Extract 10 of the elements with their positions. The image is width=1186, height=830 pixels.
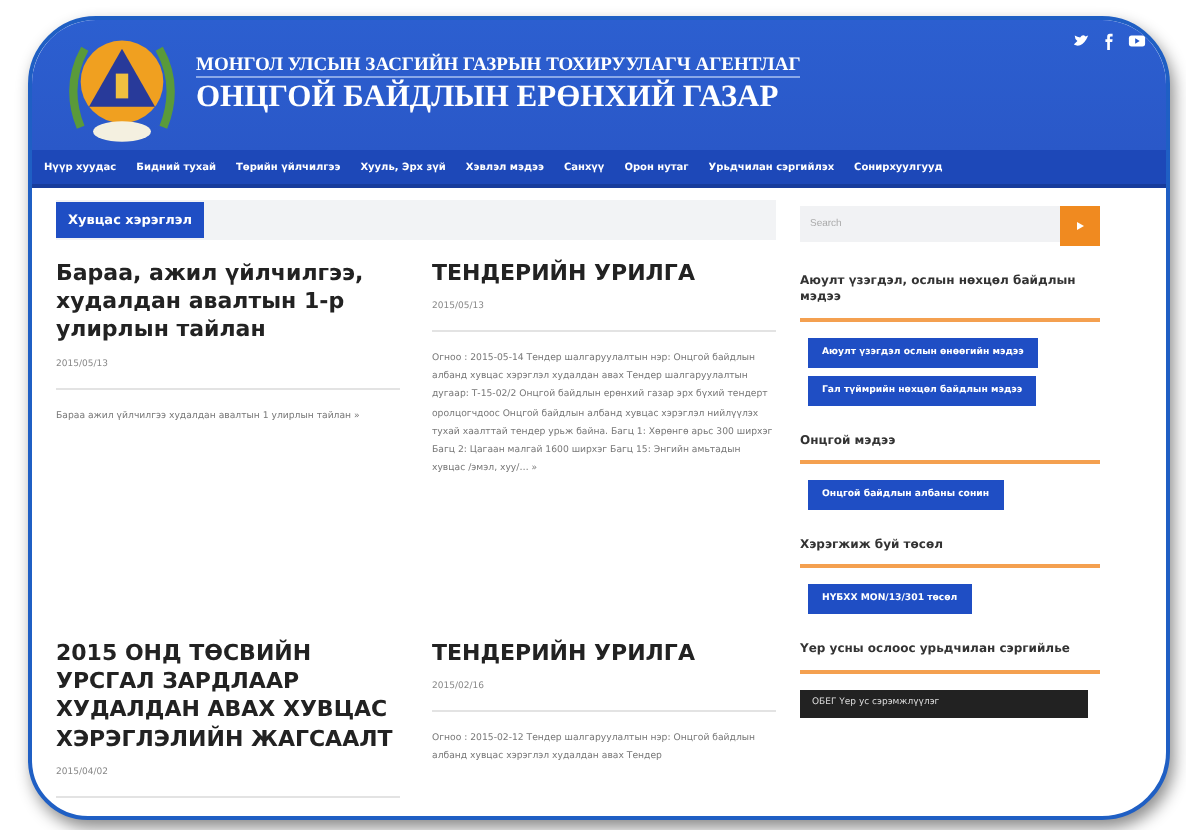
site-title: ОНЦГОЙ БАЙДЛЫН ЕРӨНХИЙ ГАЗАР — [196, 79, 781, 116]
post-title[interactable]: ТЕНДЕРИЙН УРИЛГА — [432, 639, 776, 669]
post-title[interactable]: Бараа, ажил үйлчилгээ, худалдан авалтын 1-р улирлын тайлан — [56, 259, 400, 346]
post-title[interactable]: ТЕНДЕРИЙН УРИЛГА — [432, 259, 776, 289]
twitter-icon[interactable] — [1072, 32, 1090, 50]
play-icon[interactable] — [1128, 32, 1146, 50]
agency-name: МОНГОЛ УЛСЫН ЗАСГИЙН ГАЗРЫН ТОХИРУУЛАГЧ АГЕНТЛАГ — [196, 55, 801, 78]
post-title[interactable]: 2015 ОНД ТӨСВИЙН УРСГАЛ ЗАРДЛААР ХУДАЛДАН АВАХ ХУВЦАС ХЭРЭГЛЭЛИЙН ЖАГСААЛТ — [56, 639, 400, 754]
facebook-icon[interactable] — [1100, 32, 1118, 50]
arrow-icon — [1074, 219, 1086, 232]
